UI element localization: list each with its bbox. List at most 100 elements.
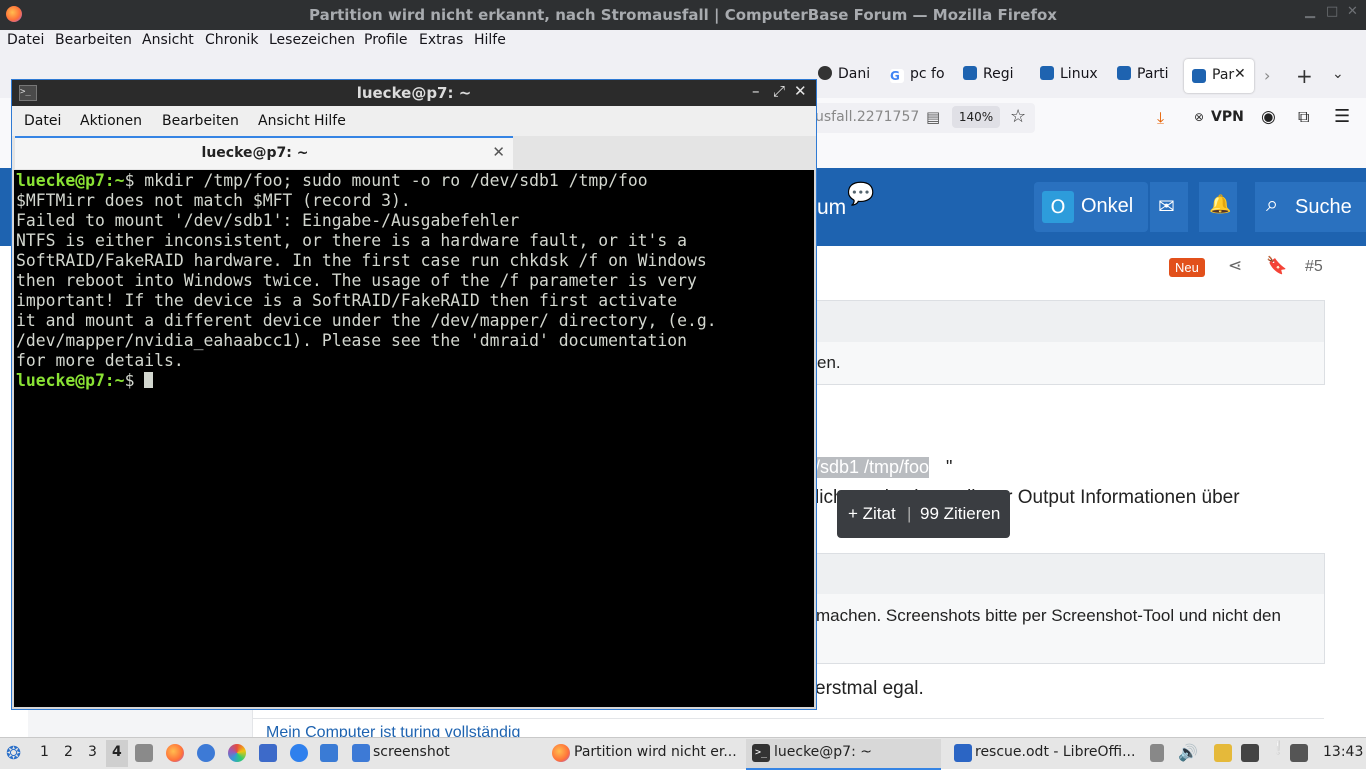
terminal-menu-hilfe[interactable]: Hilfe [314, 113, 346, 129]
clock[interactable]: 13:43 [1323, 744, 1363, 760]
firefox-task-icon [552, 744, 570, 762]
output-line: $MFTMirr does not match $MFT (record 3). [16, 191, 411, 210]
menu-ansicht[interactable]: Ansicht [142, 32, 194, 48]
terminal-tab-close-icon[interactable]: ✕ [492, 143, 505, 161]
terminal-titlebar[interactable]: >_ luecke@p7: ~ – ⤢ ✕ [12, 80, 816, 106]
terminal-minimize-icon[interactable]: – [752, 82, 760, 100]
downloads-icon[interactable]: ⤓ [1157, 108, 1164, 128]
file-manager-icon[interactable] [135, 744, 153, 762]
tab-close-icon[interactable]: ✕ [1234, 66, 1246, 82]
desktop-icon[interactable] [320, 744, 338, 762]
terminal-window[interactable]: >_ luecke@p7: ~ – ⤢ ✕ Datei Aktionen Bea… [11, 79, 817, 710]
workspace-4[interactable]: 4 [112, 744, 122, 760]
quote-button[interactable]: + Zitat [848, 504, 896, 524]
new-tab-icon[interactable]: + [1296, 64, 1313, 88]
search-button[interactable]: ⌕ Suche [1255, 182, 1366, 232]
document-icon[interactable] [259, 744, 277, 762]
menu-lesezeichen[interactable]: Lesezeichen [269, 32, 355, 48]
terminal-tab[interactable]: luecke@p7: ~ ✕ [15, 136, 513, 169]
output-line: then reboot into Windows twice. The usag… [16, 271, 697, 290]
url-bar[interactable]: usfall.2271757 ▤ 140% ☆ [780, 103, 1035, 133]
terminal-tab-label: luecke@p7: ~ [201, 145, 309, 161]
terminal-task-icon: >_ [752, 744, 770, 762]
terminal-maximize-icon[interactable]: ⤢ [773, 82, 785, 100]
quote-header [801, 301, 1324, 342]
menu-hilfe[interactable]: Hilfe [474, 32, 506, 48]
vpn-icon[interactable]: ⊗ [1194, 110, 1204, 124]
envelope-icon: ✉ [1158, 194, 1175, 218]
terminal-menu-ansicht[interactable]: Ansicht [258, 113, 310, 129]
tab-dani-2[interactable]: Dani [818, 66, 876, 86]
workspace-3[interactable]: 3 [88, 744, 97, 760]
notifications-button[interactable]: 🔔 [1199, 182, 1237, 232]
prompt: luecke@p7:~ [16, 371, 125, 390]
terminal-close-icon[interactable]: ✕ [794, 82, 807, 100]
terminal-output[interactable]: luecke@p7:~ $ mkdir /tmp/foo; sudo mount … [14, 170, 814, 707]
terminal-menu-datei[interactable]: Datei [24, 113, 61, 129]
share-icon[interactable]: ⋖ [1228, 256, 1242, 276]
usb-drive-icon[interactable] [1150, 744, 1164, 762]
cite-button[interactable]: 99 Zitieren [920, 504, 1000, 524]
browser-icon[interactable] [290, 744, 308, 762]
account-icon[interactable]: ◉ [1261, 107, 1276, 127]
command-line: $ mkdir /tmp/foo; sudo mount -o ro /dev/… [124, 171, 648, 190]
bell-icon: 🔔 [1209, 194, 1232, 215]
taskbar: ❂ 1 2 3 4 screenshot Partition wird nich… [0, 737, 1366, 770]
bookmark-icon[interactable]: 🔖 [1266, 256, 1287, 276]
menu-datei[interactable]: Datei [7, 32, 44, 48]
output-line: SoftRAID/FakeRAID hardware. In the first… [16, 251, 707, 270]
terminal-menu-bearbeiten[interactable]: Bearbeiten [162, 113, 239, 129]
close-icon[interactable]: ✕ [1347, 4, 1358, 19]
menu-profile[interactable]: Profile [364, 32, 408, 48]
quote-header-2 [801, 554, 1324, 594]
menu-extras[interactable]: Extras [419, 32, 463, 48]
text-cursor [144, 372, 154, 388]
maximize-icon[interactable]: □ [1326, 4, 1338, 19]
tab-list-icon[interactable]: ⌄ [1332, 66, 1344, 82]
workspace-1[interactable]: 1 [40, 744, 49, 760]
vpn-label[interactable]: VPN [1211, 109, 1244, 125]
volume-icon[interactable]: 🔊 [1178, 743, 1198, 762]
bookmark-star-icon[interactable]: ☆ [1010, 106, 1026, 127]
post-number[interactable]: #5 [1305, 258, 1323, 276]
zoom-level[interactable]: 140% [952, 106, 1000, 128]
tab-parti[interactable]: Parti [1117, 66, 1179, 86]
tab-regi[interactable]: Regi [963, 66, 1025, 86]
site-brand-fragment[interactable]: um [817, 196, 846, 220]
notification-icon[interactable]: ❕ [1270, 741, 1286, 756]
clipboard-icon[interactable] [1214, 744, 1232, 762]
avatar: O [1042, 191, 1074, 223]
user-name: Onkel [1081, 195, 1134, 217]
tab-pc-fo[interactable]: Gpc fo [890, 66, 948, 86]
selected-text[interactable]: /sdb1 /tmp/foo [815, 457, 930, 478]
tabs-scroll-right-icon[interactable]: › [1264, 66, 1270, 85]
firefox-launcher-icon[interactable] [166, 744, 184, 762]
messages-button[interactable]: ✉ [1150, 182, 1188, 232]
tab-active[interactable]: Par ✕ [1184, 59, 1254, 93]
task-terminal[interactable]: luecke@p7: ~ [774, 744, 872, 760]
output-line: for more details. [16, 351, 184, 370]
tab-linux[interactable]: Linux [1040, 66, 1102, 86]
color-picker-icon[interactable] [228, 744, 246, 762]
search-label: Suche [1295, 196, 1352, 218]
output-line: NTFS is either inconsistent, or there is… [16, 231, 688, 250]
workspace-2[interactable]: 2 [64, 744, 73, 760]
menu-bearbeiten[interactable]: Bearbeiten [55, 32, 132, 48]
computerbase-favicon-icon [1192, 69, 1206, 83]
network-icon[interactable] [1290, 744, 1308, 762]
minimize-icon[interactable]: ▁ [1305, 4, 1315, 19]
app-menu-icon[interactable]: ☰ [1334, 106, 1350, 127]
start-menu-icon[interactable]: ❂ [6, 743, 21, 764]
extensions-icon[interactable]: ⧉ [1298, 107, 1309, 127]
menu-chronik[interactable]: Chronik [205, 32, 259, 48]
battery-icon[interactable] [1241, 744, 1259, 762]
reader-view-icon[interactable]: ▤ [926, 108, 940, 126]
terminal-menu-aktionen[interactable]: Aktionen [80, 113, 142, 129]
output-line: Failed to mount '/dev/sdb1': Eingabe-/Au… [16, 211, 520, 230]
thunderbird-icon[interactable] [197, 744, 215, 762]
user-menu[interactable]: O Onkel [1034, 182, 1148, 232]
task-screenshot[interactable]: screenshot [373, 744, 450, 760]
task-libreoffice[interactable]: rescue.odt - LibreOffi... [975, 744, 1135, 760]
task-firefox[interactable]: Partition wird nicht er... [574, 744, 737, 760]
quote-tooltip: + Zitat | 99 Zitieren [837, 490, 1010, 538]
